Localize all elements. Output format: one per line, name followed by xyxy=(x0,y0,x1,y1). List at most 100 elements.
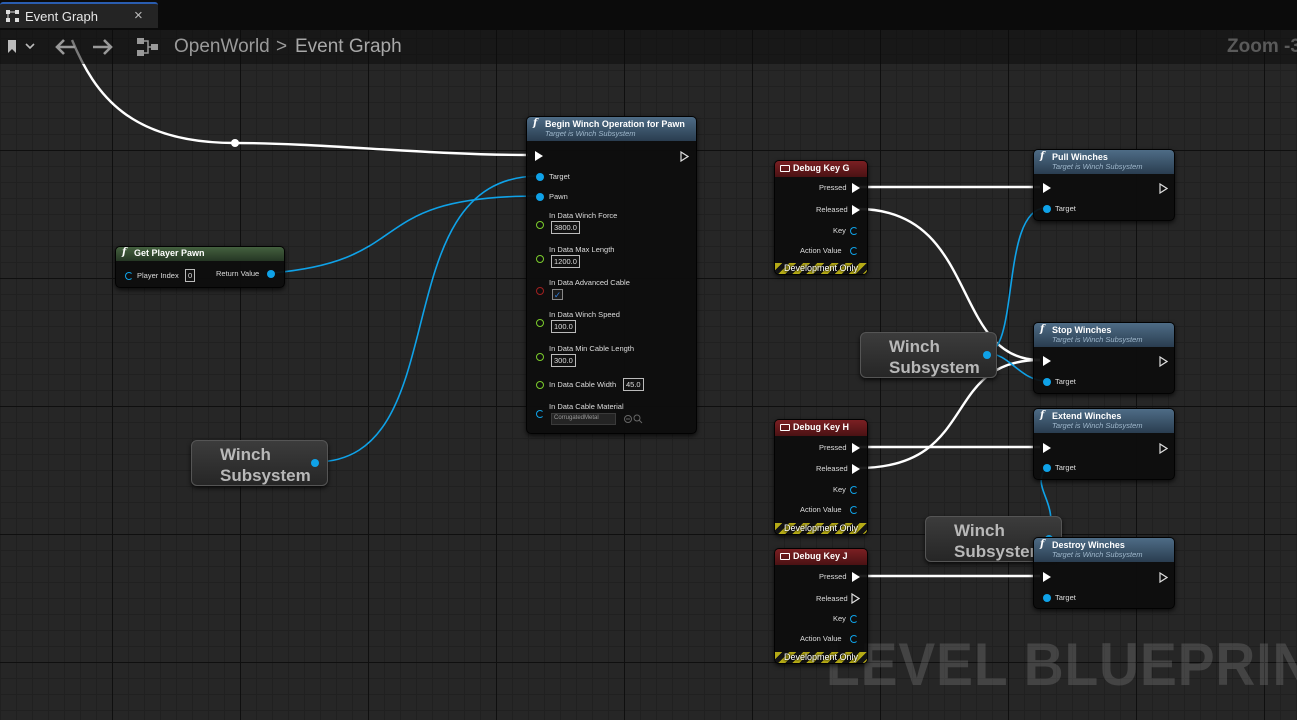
arrow-left-icon[interactable] xyxy=(53,37,77,57)
pin-label: Pressed xyxy=(819,443,847,452)
pin-label: In Data Winch Speed xyxy=(549,310,620,319)
close-icon[interactable]: × xyxy=(134,7,143,24)
node-pull-winches[interactable]: f Pull Winches Target is Winch Subsystem… xyxy=(1033,149,1175,221)
tab-event-graph[interactable]: Event Graph × xyxy=(0,2,158,28)
node-header: f Destroy Winches Target is Winch Subsys… xyxy=(1034,538,1174,562)
function-icon: f xyxy=(122,247,127,258)
pin-key[interactable] xyxy=(850,486,858,494)
exec-pressed-pin[interactable] xyxy=(852,572,860,582)
exec-out-pin[interactable] xyxy=(1159,183,1168,194)
pin-label: Pressed xyxy=(819,183,847,192)
pin-cable-material[interactable] xyxy=(536,410,544,418)
pin-target[interactable] xyxy=(1043,464,1051,472)
pin-max-length[interactable] xyxy=(536,255,544,263)
pin-key[interactable] xyxy=(850,615,858,623)
function-icon: f xyxy=(533,118,538,129)
exec-in-pin[interactable] xyxy=(1043,183,1051,193)
pin-cable-width[interactable] xyxy=(536,381,544,389)
node-header: f Stop Winches Target is Winch Subsystem xyxy=(1034,323,1174,347)
pin-output[interactable] xyxy=(311,459,319,467)
pin-action-value[interactable] xyxy=(850,506,858,514)
graph-icon xyxy=(6,10,19,22)
pin-pawn[interactable] xyxy=(536,193,544,201)
node-begin-winch-operation[interactable]: f Begin Winch Operation for Pawn Target … xyxy=(526,116,697,434)
pin-key[interactable] xyxy=(850,227,858,235)
function-icon: f xyxy=(1040,151,1045,162)
breadcrumb-current[interactable]: Event Graph xyxy=(295,36,402,58)
node-destroy-winches[interactable]: f Destroy Winches Target is Winch Subsys… xyxy=(1033,537,1175,609)
pin-advanced-cable[interactable] xyxy=(536,287,544,295)
pin-label: Return Value xyxy=(216,269,260,278)
exec-out-pin[interactable] xyxy=(1159,356,1168,367)
breadcrumb-separator: > xyxy=(276,36,288,57)
node-extend-winches[interactable]: f Extend Winches Target is Winch Subsyst… xyxy=(1033,408,1175,480)
keyboard-icon xyxy=(780,553,790,560)
node-title: Debug Key J xyxy=(793,551,848,561)
node-title: Pull Winches xyxy=(1052,152,1108,162)
exec-pressed-pin[interactable] xyxy=(852,183,860,193)
pin-label: Target xyxy=(1055,377,1076,386)
pin-label: Pressed xyxy=(819,572,847,581)
pin-target[interactable] xyxy=(1043,594,1051,602)
exec-pressed-pin[interactable] xyxy=(852,443,860,453)
winch-subsystem-getter[interactable]: Winch Subsystem xyxy=(860,332,997,378)
node-debug-key-h[interactable]: Debug Key H Pressed Released Key Action … xyxy=(774,419,868,535)
node-header: f Begin Winch Operation for Pawn Target … xyxy=(527,117,696,141)
min-cable-length-field[interactable]: 300.0 xyxy=(551,354,576,367)
advanced-cable-checkbox[interactable]: ✓ xyxy=(552,289,563,300)
winch-force-field[interactable]: 3800.0 xyxy=(551,221,580,234)
node-title: Debug Key G xyxy=(793,163,850,173)
node-title: Extend Winches xyxy=(1052,411,1122,421)
pin-min-cable-length[interactable] xyxy=(536,353,544,361)
pin-player-index[interactable] xyxy=(125,272,133,280)
function-icon: f xyxy=(1040,410,1045,421)
zoom-level: Zoom -3 xyxy=(1227,36,1297,57)
pin-action-value[interactable] xyxy=(850,635,858,643)
exec-out-pin[interactable] xyxy=(1159,443,1168,454)
getter-label: Winch Subsystem xyxy=(889,337,980,377)
pin-label: Key xyxy=(833,485,846,494)
player-index-field[interactable]: 0 xyxy=(185,269,196,282)
node-stop-winches[interactable]: f Stop Winches Target is Winch Subsystem… xyxy=(1033,322,1175,394)
function-icon: f xyxy=(1040,539,1045,550)
exec-released-pin[interactable] xyxy=(852,464,860,474)
node-debug-key-g[interactable]: Debug Key G Pressed Released Key Action … xyxy=(774,160,868,275)
exec-out-pin[interactable] xyxy=(1159,572,1168,583)
pin-label: Target xyxy=(1055,204,1076,213)
exec-released-pin[interactable] xyxy=(851,593,860,604)
development-only-banner: Development Only xyxy=(775,523,867,534)
pin-target[interactable] xyxy=(1043,378,1051,386)
cable-width-field[interactable]: 45.0 xyxy=(623,378,644,391)
exec-in-pin[interactable] xyxy=(1043,443,1051,453)
node-subtitle: Target is Winch Subsystem xyxy=(1052,335,1143,344)
node-get-player-pawn[interactable]: f Get Player Pawn Player Index 0 Return … xyxy=(115,246,285,288)
pin-target[interactable] xyxy=(1043,205,1051,213)
arrow-right-icon[interactable] xyxy=(91,37,115,57)
graph-icon xyxy=(137,38,158,56)
exec-in-pin[interactable] xyxy=(535,151,543,161)
exec-released-pin[interactable] xyxy=(852,205,860,215)
exec-in-pin[interactable] xyxy=(1043,356,1051,366)
exec-in-pin[interactable] xyxy=(1043,572,1051,582)
cable-material-dropdown[interactable]: CorrugatedMetal xyxy=(551,413,616,425)
breadcrumb-root[interactable]: OpenWorld xyxy=(174,36,270,58)
search-icon[interactable] xyxy=(623,414,645,424)
pin-action-value[interactable] xyxy=(850,247,858,255)
max-length-field[interactable]: 1200.0 xyxy=(551,255,580,268)
pin-label: In Data Max Length xyxy=(549,245,615,254)
exec-out-pin[interactable] xyxy=(680,151,689,162)
winch-subsystem-getter[interactable]: Winch Subsystem xyxy=(191,440,328,486)
pin-label: Released xyxy=(816,205,848,214)
node-title: Stop Winches xyxy=(1052,325,1112,335)
pin-label: Player Index xyxy=(137,271,179,280)
development-only-banner: Development Only xyxy=(775,263,867,274)
node-debug-key-j[interactable]: Debug Key J Pressed Released Key Action … xyxy=(774,548,868,664)
bookmark-icon[interactable] xyxy=(6,40,36,54)
winch-speed-field[interactable]: 100.0 xyxy=(551,320,576,333)
pin-winch-speed[interactable] xyxy=(536,319,544,327)
pin-output[interactable] xyxy=(983,351,991,359)
node-header: f Get Player Pawn xyxy=(116,247,284,261)
pin-return-value[interactable] xyxy=(267,270,275,278)
pin-winch-force[interactable] xyxy=(536,221,544,229)
pin-target[interactable] xyxy=(536,173,544,181)
